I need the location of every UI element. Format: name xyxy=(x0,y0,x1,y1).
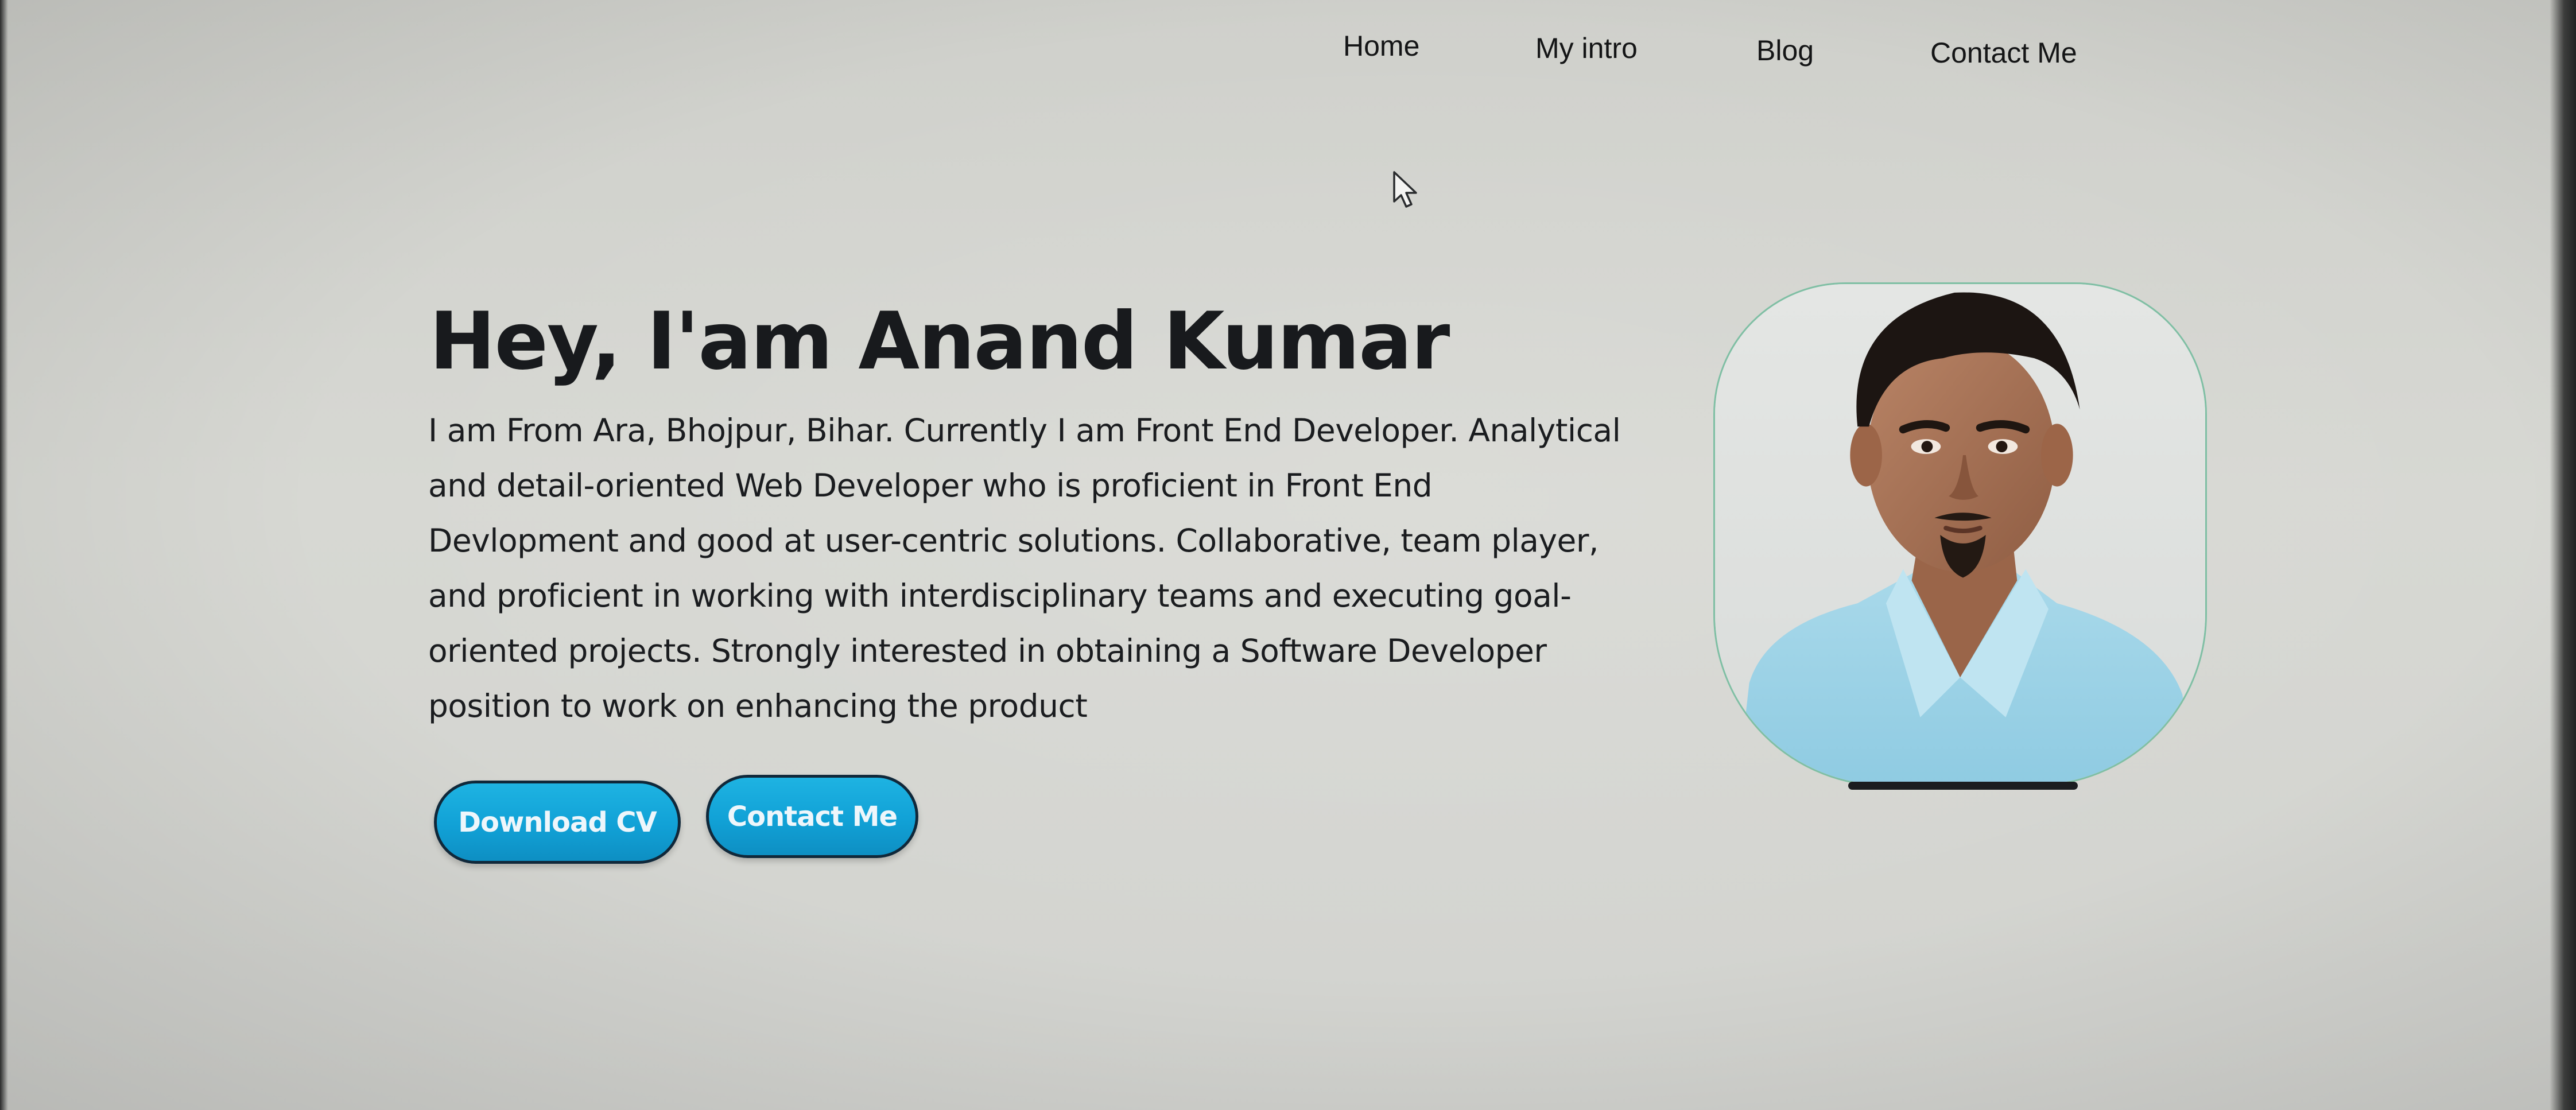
nav-blog-link[interactable]: Blog xyxy=(1756,28,1814,73)
profile-photo xyxy=(1713,282,2207,786)
nav-my-intro-link[interactable]: My intro xyxy=(1535,25,1638,71)
monitor-bezel-right xyxy=(2550,0,2576,1110)
monitor-bezel-left xyxy=(0,0,8,1110)
hero-description-line: oriented projects. Strongly interested i… xyxy=(428,632,1547,669)
hero-title: Hey, I'am Anand Kumar xyxy=(429,295,1450,387)
person-portrait-icon xyxy=(1715,284,2205,785)
download-cv-button[interactable]: Download CV xyxy=(434,781,681,864)
hero-description-line: position to work on enhancing the produc… xyxy=(428,688,1088,724)
hero-description-line: I am From Ara, Bhojpur, Bihar. Currently… xyxy=(428,412,1621,449)
contact-me-button[interactable]: Contact Me xyxy=(706,775,918,858)
mouse-pointer-icon xyxy=(1392,170,1419,208)
nav-contact-link[interactable]: Contact Me xyxy=(1930,30,2077,76)
top-nav: Home My intro Blog Contact Me xyxy=(1320,23,2124,75)
hero-description-line: Devlopment and good at user-centric solu… xyxy=(428,522,1599,559)
hero-description: I am From Ara, Bhojpur, Bihar. Currently… xyxy=(428,403,1691,733)
hero-description-line: and detail-oriented Web Developer who is… xyxy=(428,467,1433,504)
nav-home-link[interactable]: Home xyxy=(1343,23,1419,69)
photo-shadow-bar xyxy=(1848,782,2078,790)
hero-description-line: and proficient in working with interdisc… xyxy=(428,577,1572,614)
